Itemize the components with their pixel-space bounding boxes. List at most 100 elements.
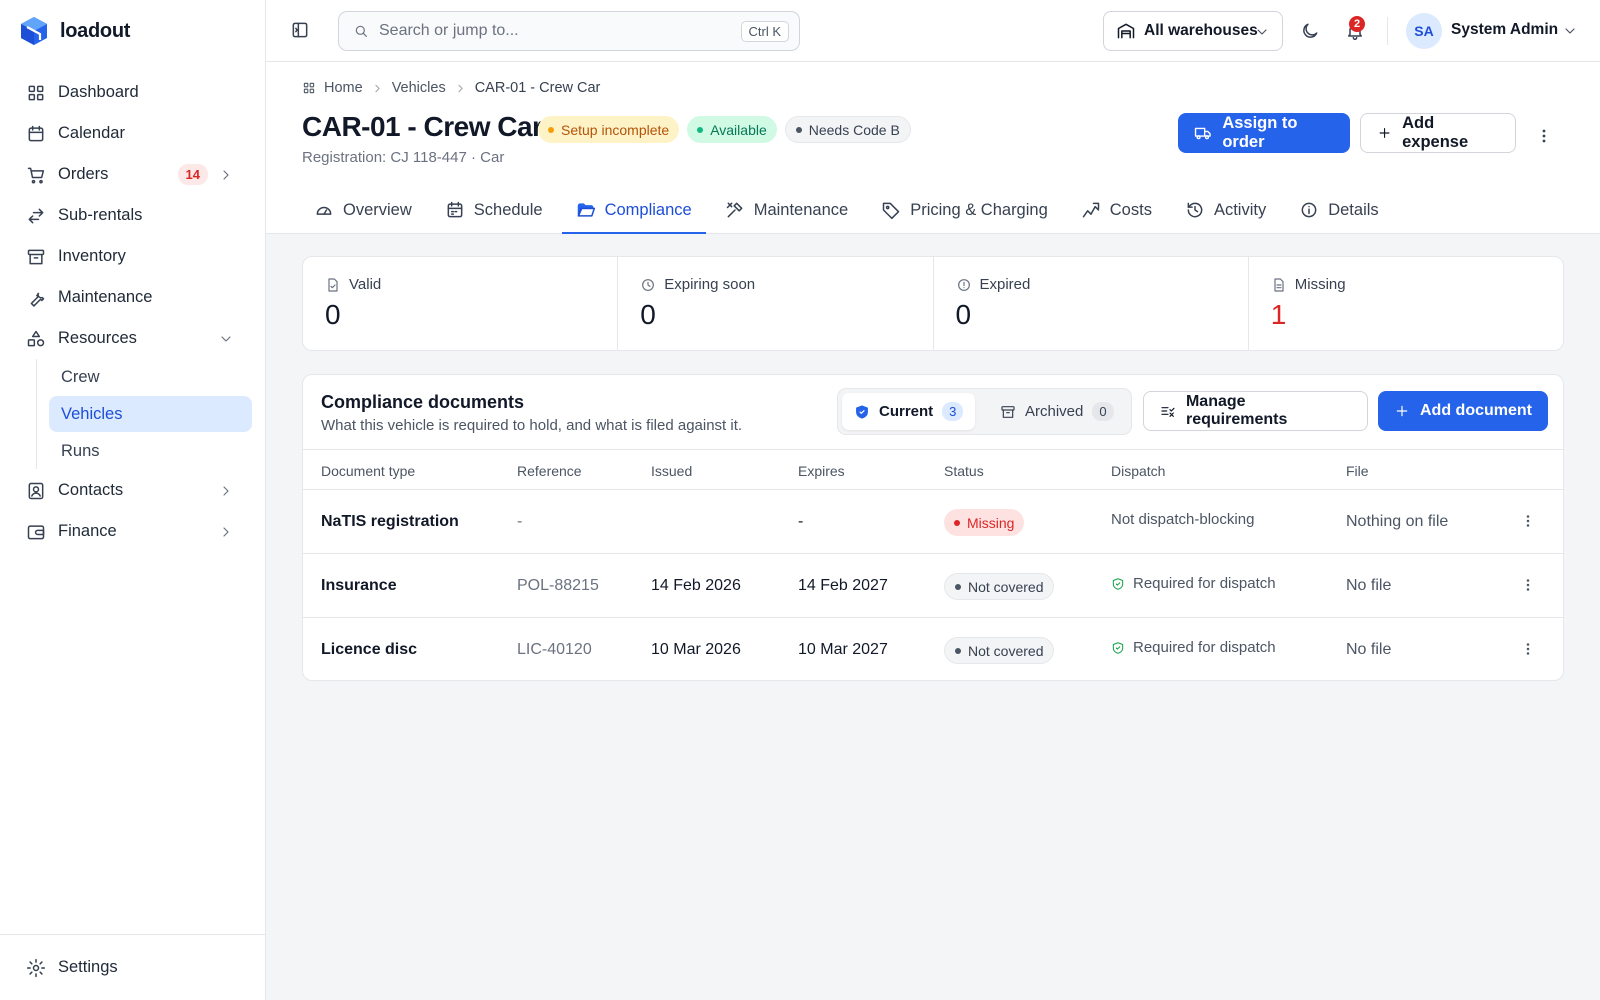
stat-label: Valid: [325, 276, 381, 293]
sidebar-item-sub-rentals[interactable]: Sub-rentals: [14, 195, 252, 236]
brand[interactable]: loadout: [20, 16, 130, 46]
filter-current-button[interactable]: Current 3: [842, 393, 976, 430]
warehouse-select[interactable]: All warehouses: [1103, 11, 1283, 51]
add-document-button[interactable]: Add document: [1378, 391, 1548, 431]
document-reference: POL-88215: [517, 577, 599, 594]
shield-check-icon: [1112, 641, 1124, 654]
sidebar-item-label: Resources: [58, 329, 137, 347]
table-row[interactable]: Insurance POL-88215 14 Feb 2026 14 Feb 2…: [303, 555, 1563, 618]
add-expense-button[interactable]: Add expense: [1360, 113, 1516, 153]
moon-icon: [1303, 23, 1318, 38]
shield-check-icon: [1112, 577, 1124, 590]
dispatch-label: Not dispatch-blocking: [1111, 511, 1255, 528]
stat-label-text: Missing: [1294, 276, 1346, 293]
tab-maintenance[interactable]: Maintenance: [711, 186, 862, 234]
alert-circle-icon: [957, 278, 970, 291]
document-file: Nothing on file: [1346, 513, 1449, 530]
tab-details[interactable]: Details: [1285, 186, 1392, 234]
tab-costs[interactable]: Costs: [1067, 186, 1166, 234]
resources-subnav: Crew Vehicles Runs: [36, 359, 252, 469]
status-badge: Missing: [944, 509, 1025, 536]
tab-pricing-charging[interactable]: Pricing & Charging: [867, 186, 1062, 234]
document-expires: 10 Mar 2027: [798, 641, 888, 658]
logo-icon: [20, 16, 48, 46]
button-label: Add document: [1420, 402, 1532, 419]
tools-icon: [726, 202, 743, 218]
table-row[interactable]: NaTIS registration - - Missing Not dispa…: [303, 491, 1563, 554]
column-header[interactable]: Dispatch: [1111, 463, 1165, 479]
shapes-icon: [27, 330, 45, 346]
tab-label: Costs: [1109, 200, 1152, 219]
theme-toggle-button[interactable]: [1300, 21, 1320, 41]
sidebar-item-runs[interactable]: Runs: [49, 433, 252, 469]
sidebar-item-inventory[interactable]: Inventory: [14, 236, 252, 277]
column-header[interactable]: Status: [944, 463, 984, 479]
tab-schedule[interactable]: Schedule: [431, 186, 557, 234]
sidebar-item-resources[interactable]: Resources: [14, 318, 252, 359]
sidebar-item-calendar[interactable]: Calendar: [14, 113, 252, 154]
folder-open-icon: [577, 203, 595, 217]
sidebar-item-maintenance[interactable]: Maintenance: [14, 277, 252, 318]
plus-icon: [1396, 405, 1408, 417]
table-row[interactable]: Licence disc LIC-40120 10 Mar 2026 10 Ma…: [303, 619, 1563, 680]
chevron-down-icon[interactable]: [1562, 23, 1578, 39]
table-header: Document type Reference Issued Expires S…: [303, 449, 1563, 490]
user-name[interactable]: System Admin: [1451, 21, 1558, 39]
kebab-icon: [1542, 129, 1546, 143]
tab-compliance[interactable]: Compliance: [561, 186, 706, 234]
column-header[interactable]: File: [1346, 463, 1369, 479]
row-actions-button[interactable]: [1519, 640, 1537, 658]
wallet-icon: [27, 524, 45, 539]
tab-label: Pricing & Charging: [910, 200, 1048, 219]
gear-icon: [26, 958, 46, 977]
search-input[interactable]: Search or jump to... Ctrl K: [338, 11, 800, 51]
button-label: Manage requirements: [1185, 393, 1288, 428]
stat-valid: Valid 0: [303, 257, 619, 350]
tab-overview[interactable]: Overview: [300, 186, 426, 234]
panel-left-icon: [292, 22, 308, 38]
stat-value: 1: [1270, 299, 1287, 330]
stat-missing: Missing 1: [1249, 257, 1563, 350]
document-file: No file: [1346, 641, 1392, 658]
arrows-swap-icon: [28, 208, 44, 223]
sidebar-item-orders[interactable]: Orders 14: [14, 154, 252, 195]
status-label: Missing: [967, 514, 1015, 531]
tab-label: Activity: [1213, 200, 1267, 219]
sidebar-item-label: Calendar: [58, 124, 125, 142]
search-placeholder: Search or jump to...: [379, 22, 519, 39]
sidebar-item-contacts[interactable]: Contacts: [14, 470, 252, 511]
breadcrumb-home[interactable]: Home: [324, 80, 363, 96]
sidebar-footer: Settings: [0, 934, 266, 1000]
sidebar-item-label: Maintenance: [58, 288, 153, 306]
sidebar-toggle-button[interactable]: [290, 20, 310, 40]
column-header[interactable]: Document type: [321, 463, 415, 479]
filter-archived-button[interactable]: Archived 0: [988, 393, 1126, 430]
manage-requirements-button[interactable]: Manage requirements: [1143, 391, 1368, 431]
stat-value: 0: [640, 299, 656, 330]
sidebar-item-finance[interactable]: Finance: [14, 511, 252, 552]
assign-to-order-button[interactable]: Assign to order: [1178, 113, 1350, 153]
filter-count: 3: [942, 402, 964, 421]
avatar[interactable]: SA: [1406, 13, 1442, 49]
sidebar-item-vehicles[interactable]: Vehicles: [49, 396, 252, 432]
sidebar-item-settings[interactable]: Settings: [14, 947, 252, 988]
stat-label-text: Valid: [349, 276, 382, 293]
column-header[interactable]: Reference: [517, 463, 582, 479]
more-actions-button[interactable]: [1534, 126, 1554, 146]
tab-activity[interactable]: Activity: [1171, 186, 1280, 234]
dispatch-requirement: Required for dispatch: [1111, 575, 1276, 592]
column-header[interactable]: Expires: [798, 463, 845, 479]
file-check-icon: [328, 277, 338, 292]
sidebar-item-crew[interactable]: Crew: [49, 359, 252, 395]
kebab-icon: [1526, 643, 1530, 655]
sidebar-item-dashboard[interactable]: Dashboard: [14, 72, 252, 113]
row-actions-button[interactable]: [1519, 576, 1537, 594]
dispatch-label: Required for dispatch: [1133, 639, 1276, 656]
document-type: NaTIS registration: [321, 513, 459, 530]
column-header[interactable]: Issued: [651, 463, 692, 479]
breadcrumb-vehicles[interactable]: Vehicles: [392, 80, 446, 96]
tab-label: Schedule: [473, 200, 543, 219]
sidebar-item-label: Inventory: [58, 247, 126, 265]
licence-code-badge: Needs Code B: [784, 116, 911, 143]
row-actions-button[interactable]: [1519, 512, 1537, 530]
